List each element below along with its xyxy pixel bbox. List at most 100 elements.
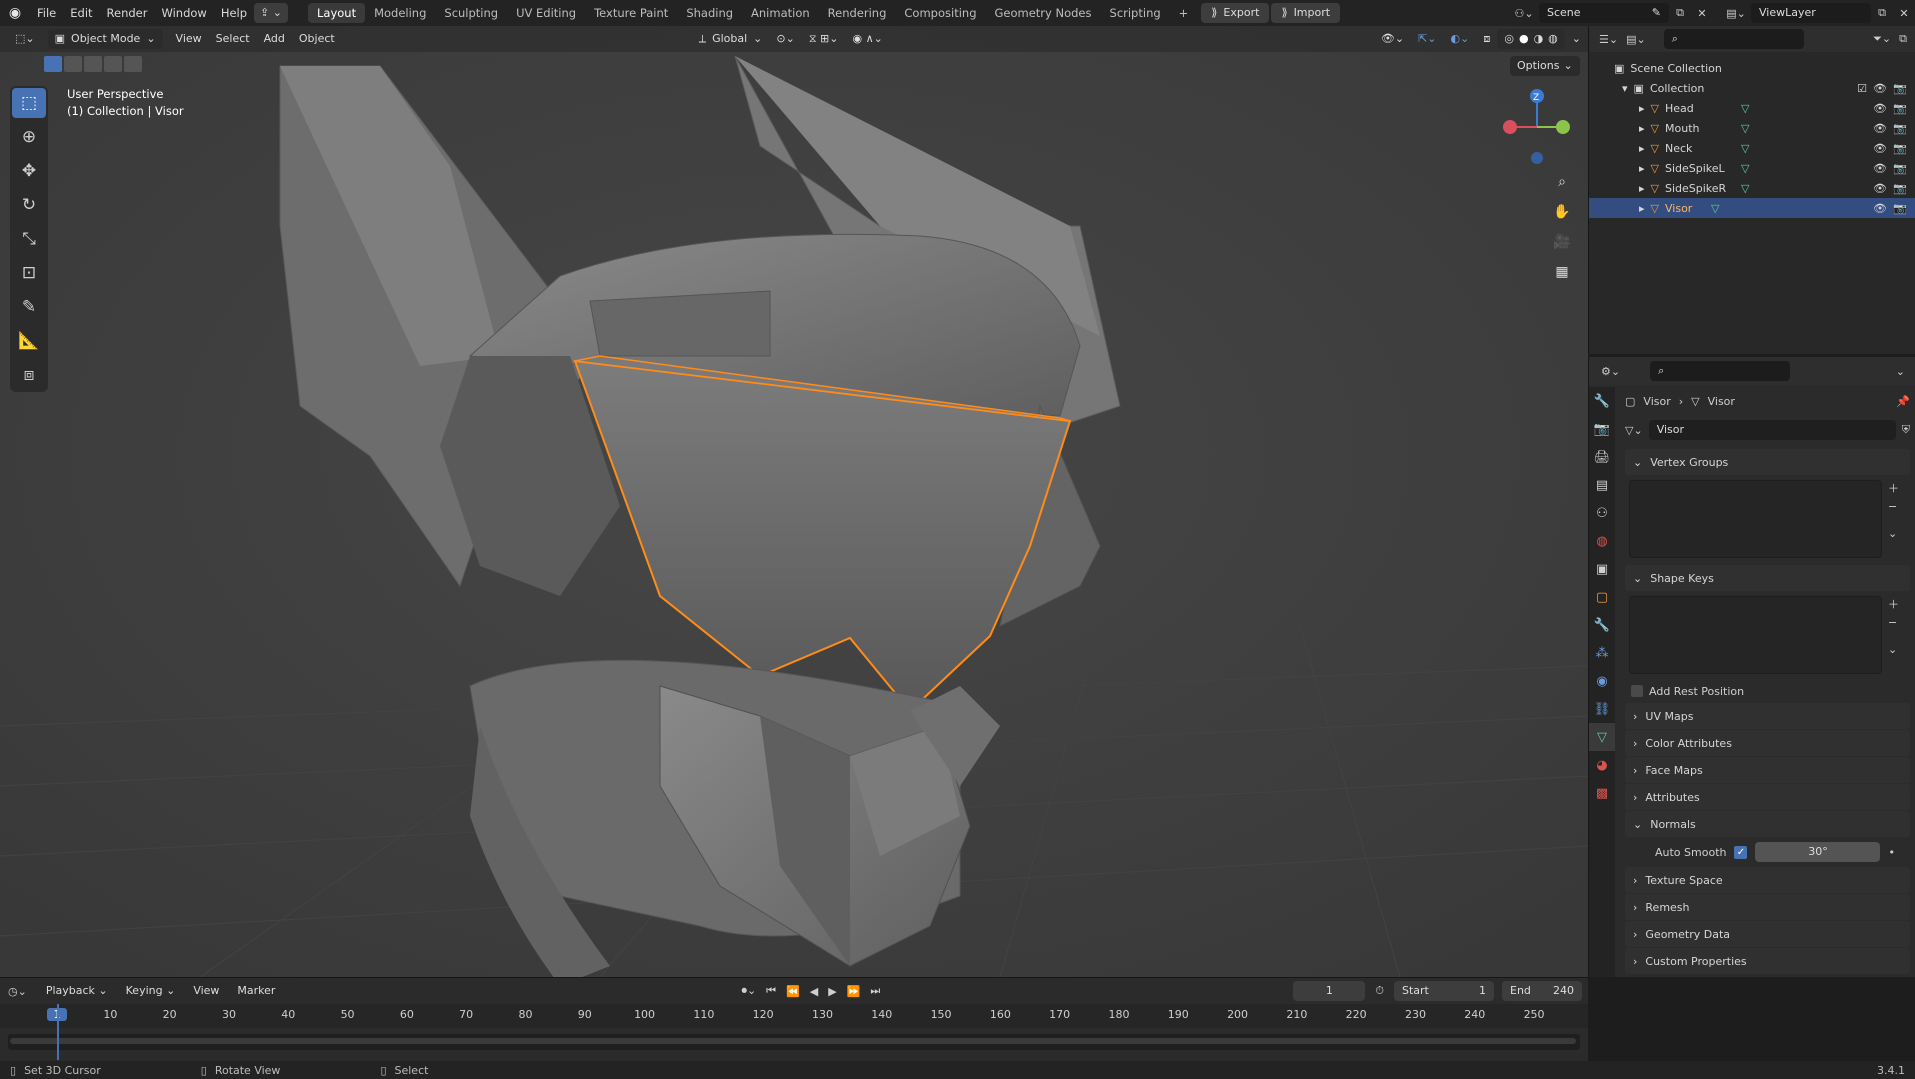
filter-icon[interactable]: ⏷⌄ — [1873, 32, 1891, 46]
eye-icon[interactable]: 👁 — [1873, 102, 1887, 115]
mesh-browse-icon[interactable]: ▽⌄ — [1625, 424, 1643, 437]
options-dropdown[interactable]: Options ⌄ — [1510, 56, 1580, 76]
outliner-item-sidespiker[interactable]: ▸ ▽ SideSpikeR ▽ 👁 📷 — [1589, 178, 1915, 198]
render-camera-icon[interactable]: 📷 — [1893, 162, 1907, 175]
outliner-item-visor[interactable]: ▸ ▽ Visor ▽ 👁 📷 — [1589, 198, 1915, 218]
transform-orientation-dropdown[interactable]: ⟂ Global ⌄ — [692, 29, 770, 49]
new-scene-icon[interactable]: ⧉ — [1669, 6, 1691, 20]
add-cube-tool-icon[interactable]: ⧈ — [12, 360, 46, 390]
expand-arrow-icon[interactable]: ▾ — [1622, 82, 1628, 95]
delete-viewlayer-icon[interactable]: ✕ — [1893, 7, 1915, 20]
end-frame-field[interactable]: End 240 — [1502, 981, 1582, 1001]
mode-dropdown[interactable]: ▣ Object Mode ⌄ — [47, 29, 163, 49]
tab-animation[interactable]: Animation — [742, 3, 819, 23]
rotate-tool-icon[interactable]: ↻ — [12, 190, 46, 220]
mesh-name-field[interactable]: Visor — [1648, 420, 1896, 440]
viewlayer-field[interactable]: ViewLayer — [1751, 3, 1871, 23]
modifier-tab-icon[interactable]: 🔧 — [1589, 611, 1615, 639]
select-subtract-icon[interactable] — [84, 56, 102, 72]
mesh-data-icon[interactable]: ▽ — [1741, 122, 1749, 135]
menu-edit[interactable]: Edit — [63, 0, 99, 26]
visibility-dropdown[interactable]: 👁⌄ — [1374, 29, 1411, 49]
record-icon[interactable]: ⏺⌄ — [741, 984, 756, 998]
upload-dropdown[interactable]: ⇪ ⌄ — [254, 3, 288, 23]
viewport-scene[interactable]: Z — [0, 26, 1588, 977]
menu-select[interactable]: Select — [209, 29, 257, 49]
tab-rendering[interactable]: Rendering — [819, 3, 896, 23]
properties-search-input[interactable]: ⌕ — [1650, 361, 1791, 381]
start-frame-field[interactable]: Start 1 — [1394, 981, 1494, 1001]
tab-geometry-nodes[interactable]: Geometry Nodes — [986, 3, 1101, 23]
pivot-point-dropdown[interactable]: ⊙⌄ — [769, 29, 801, 49]
timeline-track-area[interactable] — [8, 1034, 1580, 1050]
measure-tool-icon[interactable]: 📐 — [12, 326, 46, 356]
tool-tab-icon[interactable]: 🔧 — [1589, 387, 1615, 415]
eye-icon[interactable]: 👁 — [1873, 142, 1887, 155]
outliner-editor-icon[interactable]: ☰⌄ — [1599, 33, 1618, 46]
outliner-item-mouth[interactable]: ▸ ▽ Mouth ▽ 👁 📷 — [1589, 118, 1915, 138]
menu-keying[interactable]: Keying ⌄ — [119, 981, 183, 1001]
menu-file[interactable]: File — [30, 0, 63, 26]
select-intersect-icon[interactable] — [124, 56, 142, 72]
shape-keys-list[interactable] — [1629, 596, 1882, 674]
current-frame-field[interactable]: 1 — [1293, 981, 1366, 1001]
chevron-down-icon[interactable]: ⌄ — [1888, 527, 1906, 540]
properties-editor-icon[interactable]: ⚙⌄ — [1601, 365, 1620, 378]
add-icon[interactable]: ＋ — [1888, 480, 1906, 496]
3d-viewport[interactable]: Z ⬚⌄ ▣ Object Mode ⌄ View Select Add Objec… — [0, 26, 1588, 977]
constraints-tab-icon[interactable]: ⛓ — [1589, 695, 1615, 723]
render-camera-icon[interactable]: 📷 — [1893, 102, 1907, 115]
tab-texture-paint[interactable]: Texture Paint — [585, 3, 677, 23]
menu-object[interactable]: Object — [292, 29, 342, 49]
horizontal-scrollbar[interactable] — [10, 1038, 1576, 1044]
expand-arrow-icon[interactable]: ▸ — [1639, 142, 1645, 155]
editor-type-button[interactable]: ⬚⌄ — [8, 29, 42, 49]
keyframe-dot-icon[interactable]: • — [1888, 846, 1895, 859]
view-layer-tab-icon[interactable]: ▤ — [1589, 471, 1615, 499]
cursor-tool-icon[interactable]: ⊕ — [12, 122, 46, 152]
gizmo-neg-z-axis[interactable] — [1531, 152, 1543, 164]
timeline-editor-icon[interactable]: ◷⌄ — [8, 985, 27, 998]
material-tab-icon[interactable]: ◕ — [1589, 751, 1615, 779]
gizmo-toggle[interactable]: ⇱⌄ — [1411, 29, 1443, 49]
scene-collection-row[interactable]: ▣ Scene Collection — [1589, 58, 1915, 78]
collection-tab-icon[interactable]: ▣ — [1589, 555, 1615, 583]
tab-scripting[interactable]: Scripting — [1101, 3, 1170, 23]
proportional-edit-toggle[interactable]: ◉ ∧⌄ — [845, 29, 889, 49]
transform-tool-icon[interactable]: ⊡ — [12, 258, 46, 288]
blender-logo-icon[interactable]: ◉ — [0, 5, 30, 21]
panel-vertex-groups[interactable]: ⌄ Vertex Groups — [1625, 449, 1910, 475]
eye-icon[interactable]: 👁 — [1873, 82, 1887, 95]
scene-tab-icon[interactable]: ⚇ — [1589, 499, 1615, 527]
material-shading-icon[interactable]: ◑ — [1534, 29, 1544, 49]
add-workspace-button[interactable]: + — [1170, 3, 1198, 23]
panel-attributes[interactable]: › Attributes — [1625, 784, 1910, 810]
menu-playback[interactable]: Playback ⌄ — [39, 981, 115, 1001]
eye-icon[interactable]: 👁 — [1873, 202, 1887, 215]
physics-tab-icon[interactable]: ◉ — [1589, 667, 1615, 695]
particles-tab-icon[interactable]: ⁂ — [1589, 639, 1615, 667]
chevron-down-icon[interactable]: ⌄ — [1888, 643, 1906, 656]
camera-view-icon[interactable]: 🎥 — [1550, 230, 1574, 254]
add-icon[interactable]: ＋ — [1888, 596, 1906, 612]
render-camera-icon[interactable]: 📷 — [1893, 82, 1907, 95]
panel-shape-keys[interactable]: ⌄ Shape Keys — [1625, 565, 1910, 591]
panel-normals[interactable]: ⌄ Normals — [1625, 811, 1910, 837]
jump-start-icon[interactable]: ⏮ — [766, 984, 776, 998]
panel-texture-space[interactable]: › Texture Space — [1625, 867, 1910, 893]
auto-smooth-checkbox[interactable]: ✓ — [1734, 845, 1748, 859]
vertex-groups-list[interactable] — [1629, 480, 1882, 558]
exclude-checkbox[interactable]: ☑ — [1857, 82, 1867, 95]
new-collection-icon[interactable]: ⧉ — [1899, 32, 1907, 46]
pin-icon[interactable]: ✎ — [1652, 3, 1661, 23]
tab-uv-editing[interactable]: UV Editing — [507, 3, 585, 23]
tab-layout[interactable]: Layout — [307, 3, 366, 23]
mesh-data-icon[interactable]: ▽ — [1741, 182, 1749, 195]
xray-toggle[interactable]: ⧈ — [1476, 29, 1497, 49]
playhead-line[interactable] — [57, 1004, 59, 1060]
expand-arrow-icon[interactable]: ▸ — [1639, 162, 1645, 175]
viewlayer-icon[interactable]: ▤⌄ — [1721, 7, 1751, 20]
menu-marker[interactable]: Marker — [230, 981, 282, 1001]
eye-icon[interactable]: 👁 — [1873, 182, 1887, 195]
world-tab-icon[interactable]: ◍ — [1589, 527, 1615, 555]
